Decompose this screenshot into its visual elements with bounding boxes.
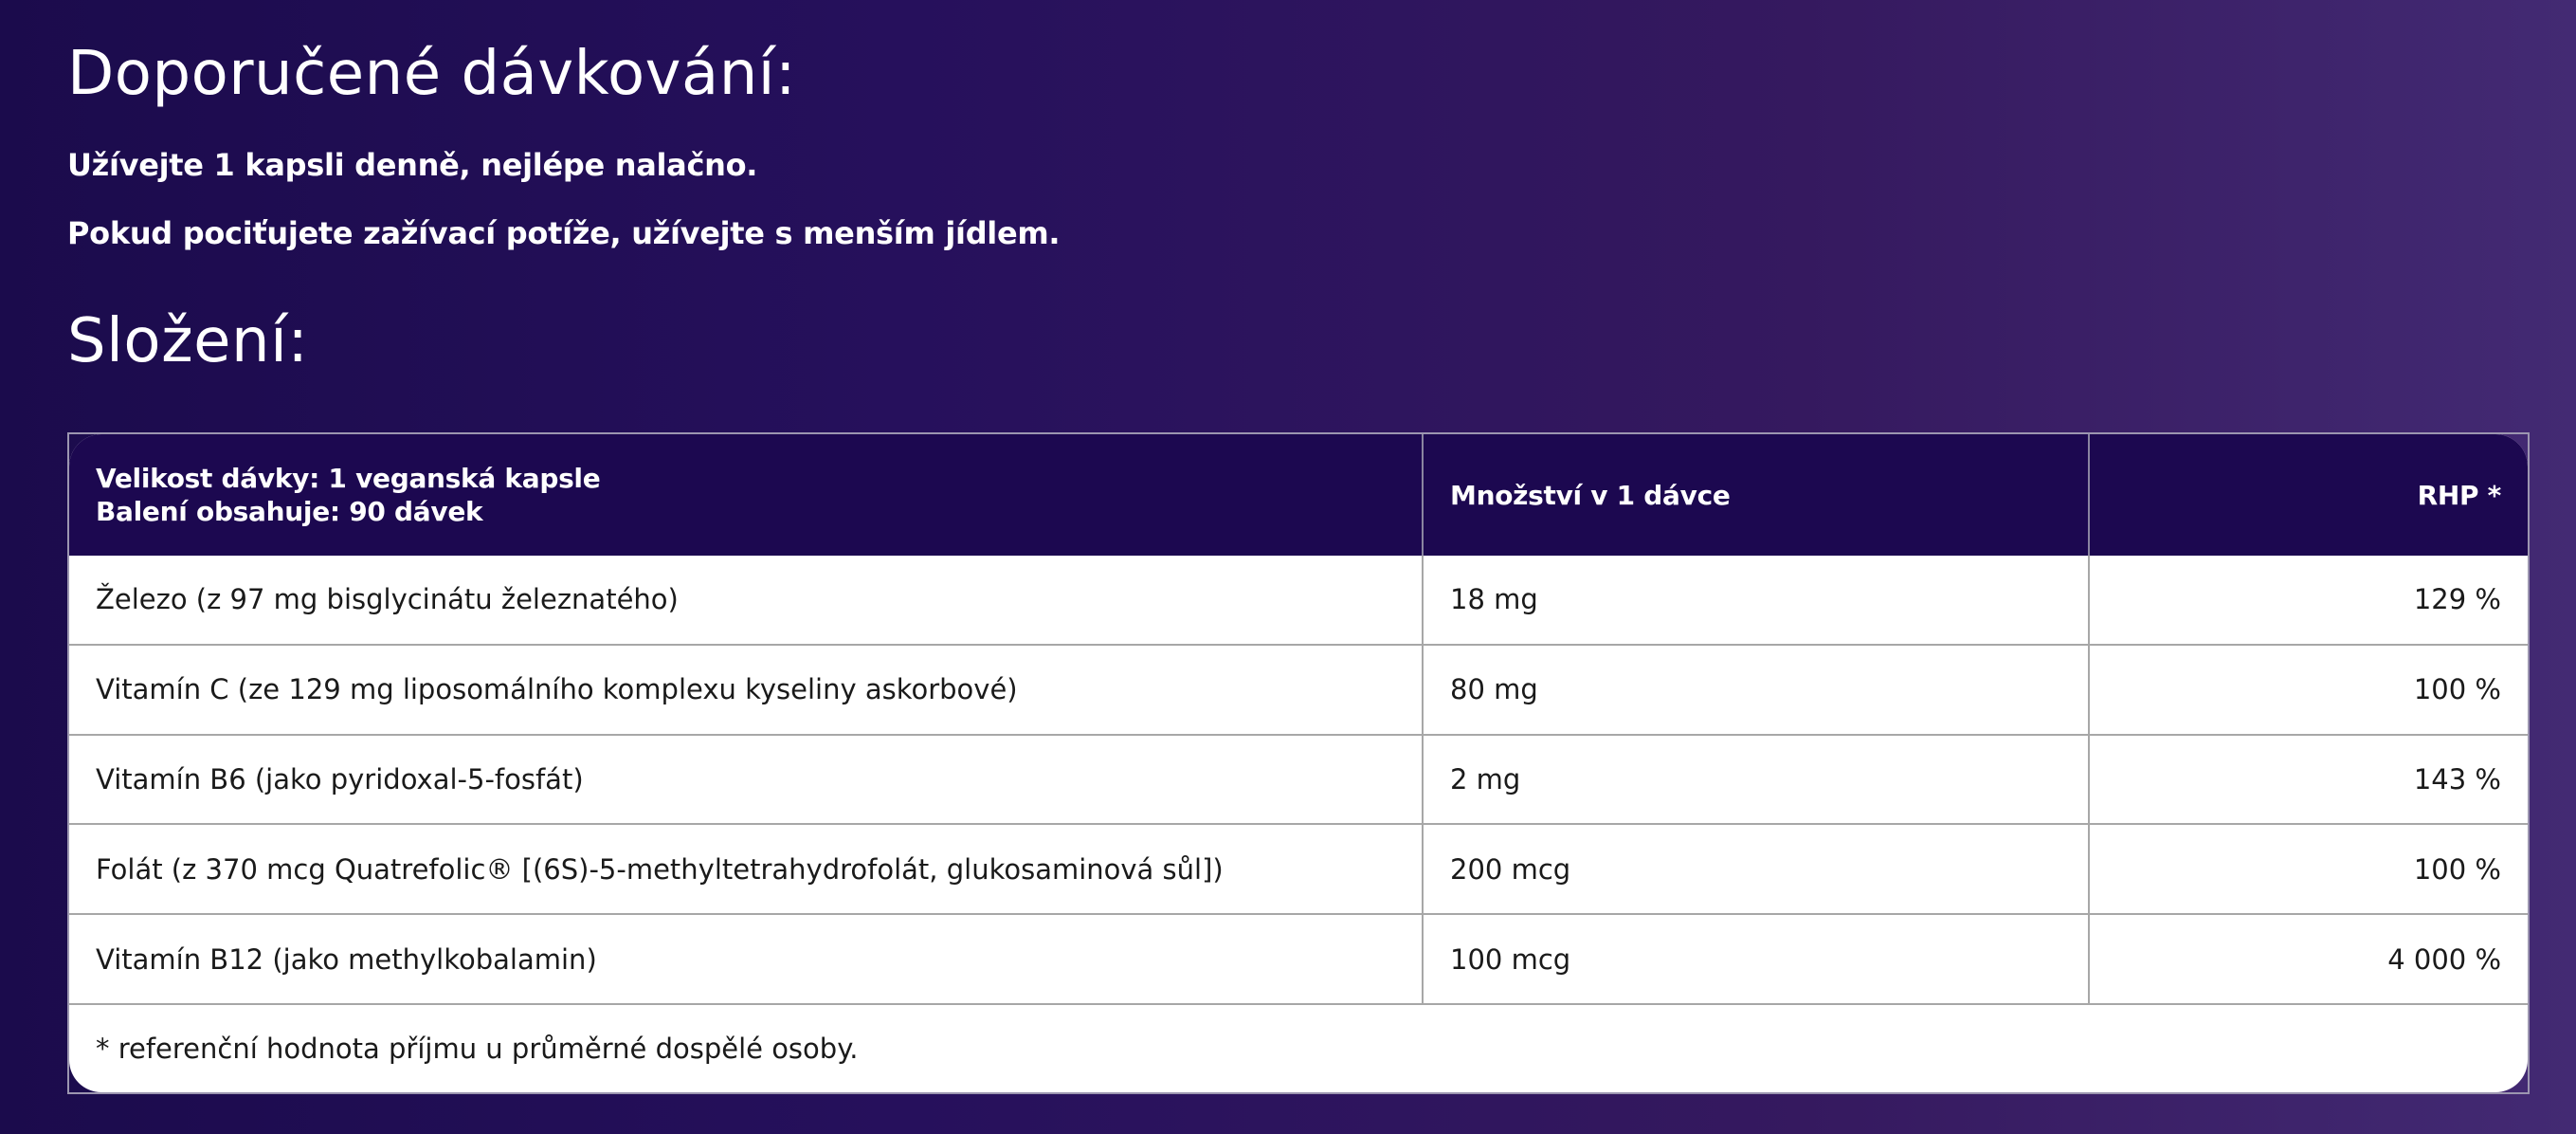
row-amount: 100 mcg	[1424, 913, 2090, 1003]
row-ingredient: Železo (z 97 mg bisglycinátu železnatého…	[69, 556, 1424, 644]
table-header-row: Velikost dávky: 1 veganská kapsle Balení…	[69, 434, 2528, 556]
composition-table: Velikost dávky: 1 veganská kapsle Balení…	[69, 434, 2528, 1092]
dosage-line-2: Pokud pociťujete zažívací potíže, užívej…	[67, 215, 1061, 251]
table-row: Vitamín B6 (jako pyridoxal-5-fosfát) 2 m…	[69, 733, 2528, 824]
row-rhp: 100 %	[2090, 643, 2528, 734]
dosage-title: Doporučené dávkování:	[67, 39, 797, 109]
header-serving-info: Velikost dávky: 1 veganská kapsle Balení…	[69, 434, 1424, 556]
header-serving-size: Velikost dávky: 1 veganská kapsle	[96, 463, 601, 494]
dosage-line-1: Užívejte 1 kapsli denně, nejlépe nalačno…	[67, 147, 758, 183]
table-row: Vitamín C (ze 129 mg liposomálního kompl…	[69, 643, 2528, 734]
table-footer-row: * referenční hodnota příjmu u průměrné d…	[69, 1003, 2528, 1092]
row-rhp: 129 %	[2413, 583, 2501, 616]
row-ingredient: Vitamín C (ze 129 mg liposomálního kompl…	[69, 643, 1424, 734]
row-amount: 2 mg	[1424, 733, 2090, 824]
row-amount: 18 mg	[1424, 556, 2090, 644]
header-package-contents: Balení obsahuje: 90 dávek	[96, 496, 483, 527]
composition-title: Složení:	[67, 306, 309, 376]
header-rhp: RHP *	[2090, 434, 2528, 556]
header-amount: Množství v 1 dávce	[1424, 434, 2090, 556]
row-ingredient: Folát (z 370 mcg Quatrefolic® [(6S)-5-me…	[69, 823, 1424, 914]
table-row: Folát (z 370 mcg Quatrefolic® [(6S)-5-me…	[69, 823, 2528, 914]
row-amount: 200 mcg	[1424, 823, 2090, 914]
table-row: Železo (z 97 mg bisglycinátu železnatého…	[69, 556, 2528, 644]
rhp-footnote: * referenční hodnota příjmu u průměrné d…	[69, 1003, 2528, 1092]
row-rhp: 100 %	[2090, 823, 2528, 913]
product-info-section: Doporučené dávkování: Užívejte 1 kapsli …	[0, 0, 2576, 1134]
composition-table-frame: Velikost dávky: 1 veganská kapsle Balení…	[67, 432, 2530, 1094]
table-row: Vitamín B12 (jako methylkobalamin) 100 m…	[69, 913, 2528, 1003]
row-ingredient: Vitamín B12 (jako methylkobalamin)	[69, 913, 1424, 1003]
row-ingredient: Vitamín B6 (jako pyridoxal-5-fosfát)	[69, 733, 1424, 824]
row-rhp: 143 %	[2090, 733, 2528, 824]
row-rhp: 4 000 %	[2090, 913, 2528, 1003]
row-amount: 80 mg	[1424, 643, 2090, 734]
